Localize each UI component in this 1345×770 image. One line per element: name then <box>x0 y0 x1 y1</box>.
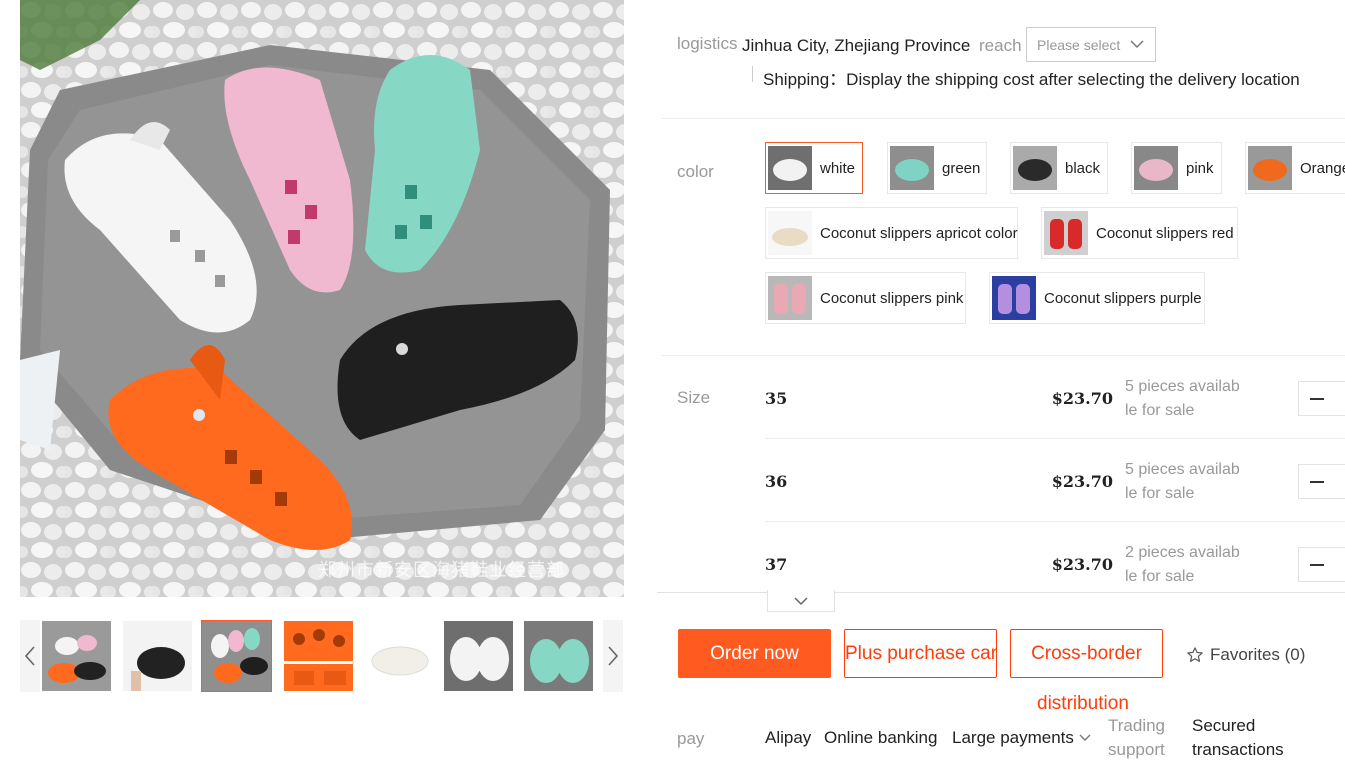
color-option-label: white <box>820 159 856 177</box>
swatch-image <box>1248 146 1292 190</box>
thumbnail-3[interactable] <box>201 620 272 692</box>
destination-select[interactable]: Please select <box>1026 27 1156 62</box>
quantity-decrease-button[interactable] <box>1298 547 1345 582</box>
size-value: 37 <box>765 555 788 574</box>
row-divider <box>765 438 1345 439</box>
trading-support-line: Trading <box>1108 716 1166 735</box>
color-option-label: Coconut slippers red <box>1096 224 1234 242</box>
stock-line: 5 pieces availab <box>1125 461 1240 478</box>
expand-sizes-button[interactable] <box>767 590 835 612</box>
order-now-button[interactable]: Order now <box>678 629 831 678</box>
swatch-image <box>1013 146 1057 190</box>
thumbnail-2[interactable] <box>122 620 193 692</box>
swatch-image <box>1044 211 1088 255</box>
chevron-left-icon <box>24 646 35 666</box>
size-list-bottom-border <box>657 592 1345 593</box>
swatch-image <box>992 276 1036 320</box>
chevron-right-icon <box>608 646 619 666</box>
color-option-green[interactable]: green <box>887 142 987 194</box>
stock-line: le for sale <box>1125 402 1195 419</box>
star-icon <box>1187 647 1203 662</box>
color-option-label: green <box>942 159 981 177</box>
pay-method-online-banking: Online banking <box>824 728 938 747</box>
ship-from-location: Jinhua City, Zhejiang Province <box>742 36 971 55</box>
add-to-cart-button[interactable]: Plus purchase car <box>844 629 997 678</box>
cross-border-button[interactable]: Cross-border <box>1010 629 1163 678</box>
trading-support-line: support <box>1108 740 1165 759</box>
swatch-image <box>1134 146 1178 190</box>
thumbnail-5[interactable] <box>363 620 434 692</box>
trading-support-label: Trading support <box>1108 714 1165 762</box>
color-option-label: pink <box>1186 159 1214 177</box>
swatch-image <box>768 211 812 255</box>
thumbnail-prev-button[interactable] <box>20 620 40 692</box>
secured-transactions-label: Secured transactions <box>1192 714 1284 762</box>
size-price: $23.70 <box>1051 555 1113 574</box>
swatch-image <box>768 146 812 190</box>
color-option-label: Orange <box>1300 159 1345 177</box>
chevron-down-icon <box>1079 734 1091 741</box>
main-product-image[interactable]: 郑州市新安区海猪鞋业经营部 <box>20 0 624 597</box>
reach-label: reach <box>979 36 1022 55</box>
chevron-down-icon <box>794 596 808 605</box>
logistics-label: logistics <box>677 34 738 53</box>
destination-select-value: Please select <box>1037 36 1121 53</box>
color-option-label: Coconut slippers purple <box>1044 289 1202 307</box>
swatch-image <box>890 146 934 190</box>
size-stock: 2 pieces availab le for sale <box>1125 541 1245 589</box>
stock-line: le for sale <box>1125 568 1195 585</box>
thumbnail-6[interactable] <box>443 620 514 692</box>
color-option-label: Coconut slippers apricot color <box>820 224 1018 242</box>
thumbnail-next-button[interactable] <box>603 620 623 692</box>
size-stock: 5 pieces availab le for sale <box>1125 458 1245 506</box>
favorites-label: Favorites (0) <box>1210 645 1306 664</box>
pay-method-large-payments[interactable]: Large payments <box>952 728 1091 748</box>
stock-line: 2 pieces availab <box>1125 544 1240 561</box>
large-payments-label: Large payments <box>952 728 1074 747</box>
secured-line: transactions <box>1192 740 1284 759</box>
swatch-image <box>768 276 812 320</box>
pay-label: pay <box>677 729 705 748</box>
secured-line: Secured <box>1192 716 1256 735</box>
color-option-coconut-red[interactable]: Coconut slippers red <box>1041 207 1238 259</box>
color-option-white[interactable]: white <box>765 142 863 194</box>
section-divider <box>662 355 1345 356</box>
favorites-button[interactable]: Favorites (0) <box>1186 645 1305 665</box>
size-label: Size <box>677 388 711 407</box>
size-price: $23.70 <box>1051 389 1113 408</box>
size-price: $23.70 <box>1051 472 1113 491</box>
section-divider <box>662 118 1345 119</box>
color-option-black[interactable]: black <box>1010 142 1108 194</box>
thumbnail-7[interactable] <box>523 620 594 692</box>
quantity-decrease-button[interactable] <box>1298 381 1345 416</box>
chevron-down-icon <box>1130 40 1144 49</box>
color-option-coconut-purple[interactable]: Coconut slippers purple <box>989 272 1205 324</box>
size-stock: 5 pieces availab le for sale <box>1125 375 1245 423</box>
size-value: 36 <box>765 472 788 491</box>
row-divider <box>765 521 1345 522</box>
color-option-label: Coconut slippers pink <box>820 289 964 307</box>
product-photo <box>20 0 624 597</box>
color-label: color <box>677 162 714 181</box>
stock-line: 5 pieces availab <box>1125 378 1240 395</box>
thumbnail-strip <box>20 620 624 692</box>
size-value: 35 <box>765 389 788 408</box>
image-watermark: 郑州市新安区海猪鞋业经营部 <box>318 560 565 581</box>
cross-border-subtext: distribution <box>1037 693 1129 714</box>
shipping-divider <box>752 66 753 82</box>
thumbnail-1[interactable] <box>41 620 112 692</box>
stock-line: le for sale <box>1125 485 1195 502</box>
shipping-note: Shipping：Display the shipping cost after… <box>763 70 1300 89</box>
quantity-decrease-button[interactable] <box>1298 464 1345 499</box>
color-option-coconut-apricot[interactable]: Coconut slippers apricot color <box>765 207 1018 259</box>
color-option-label: black <box>1065 159 1101 177</box>
color-option-pink[interactable]: pink <box>1131 142 1222 194</box>
thumbnail-4[interactable] <box>283 620 354 692</box>
color-option-orange[interactable]: Orange <box>1245 142 1345 194</box>
pay-method-alipay: Alipay <box>765 728 812 747</box>
color-option-coconut-pink[interactable]: Coconut slippers pink <box>765 272 966 324</box>
